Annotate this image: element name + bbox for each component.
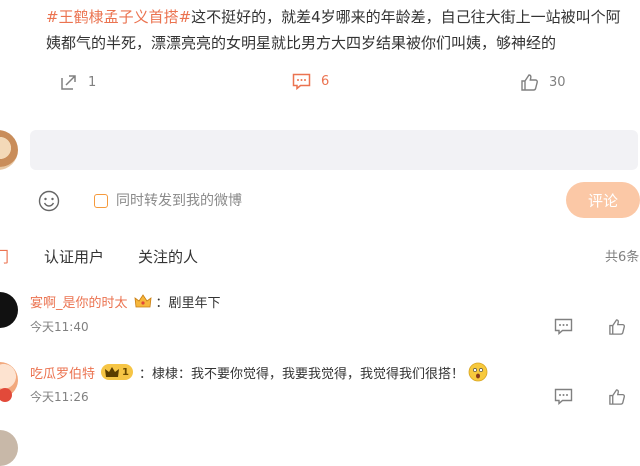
like-button[interactable]: 30 [520, 73, 566, 92]
comment-username[interactable]: 吃瓜罗伯特 [30, 363, 95, 382]
share-icon [61, 75, 76, 90]
comment-time: 今天11:26 [30, 390, 89, 404]
comment-time: 今天11:40 [30, 320, 89, 334]
avatar[interactable] [0, 292, 18, 328]
tab-verified-users[interactable]: 认证用户 [44, 246, 104, 267]
comment-header: 宴啊_是你的时太 ：剧里年下 [30, 292, 221, 311]
vip-level: 1 [122, 366, 129, 378]
comment-input[interactable] [30, 130, 638, 170]
thumbs-up-icon[interactable] [608, 388, 626, 406]
comment-text: ：剧里年下 [155, 296, 221, 311]
like-count: 30 [549, 75, 566, 90]
total-comment-count: 共6条 [605, 250, 640, 265]
reply-icon[interactable] [554, 318, 573, 335]
post-hashtag[interactable]: #王鹤棣孟子义首搭# [46, 8, 191, 26]
repost-button[interactable]: 1 [60, 73, 96, 91]
post-text: #王鹤棣孟子义首搭#这不挺好的，就差4岁哪来的年龄差，自己往大街上一站被叫个阿姨… [46, 4, 626, 56]
repost-count: 1 [88, 74, 97, 90]
vip-badge: 1 [101, 364, 133, 380]
repost-checkbox-label[interactable]: 同时转发到我的微博 [116, 190, 242, 210]
repost-checkbox[interactable] [94, 194, 108, 208]
verified-badge-icon [0, 388, 12, 402]
my-avatar [0, 130, 18, 170]
comment-text: ：棣棣：我不要你觉得，我要我觉得，我觉得我们很搭！ [138, 366, 464, 382]
crown-icon [105, 366, 120, 377]
tab-hot[interactable]: 门 [0, 246, 9, 267]
comment-count: 6 [321, 74, 330, 89]
submit-comment-button[interactable]: 评论 [566, 182, 640, 218]
surprised-emoji-icon [468, 362, 488, 382]
crown-badge-icon [134, 293, 152, 307]
thumbs-up-icon[interactable] [608, 318, 626, 336]
avatar[interactable] [0, 430, 18, 466]
comment-toggle-button[interactable]: 6 [292, 73, 329, 90]
thumbs-up-icon [521, 74, 538, 91]
comment-username[interactable]: 宴啊_是你的时太 [30, 292, 128, 311]
comment-header: 吃瓜罗伯特 1 ：棣棣：我不要你觉得，我要我觉得，我觉得我们很搭！ [30, 362, 488, 382]
reply-icon[interactable] [554, 388, 573, 405]
emoji-icon[interactable] [38, 190, 60, 212]
tab-following[interactable]: 关注的人 [138, 246, 198, 267]
comment-icon [292, 73, 311, 90]
